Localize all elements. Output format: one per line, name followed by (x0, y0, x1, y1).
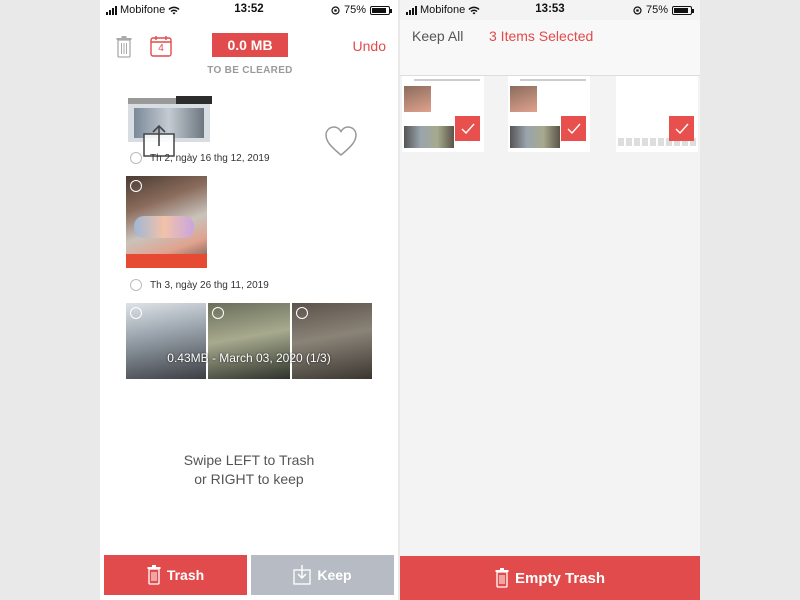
empty-trash-label: Empty Trash (514, 569, 606, 587)
group-select-radio[interactable] (130, 152, 142, 164)
size-badge: 0.0 MB (212, 33, 288, 57)
swipe-hint-line: or RIGHT to keep (194, 471, 304, 487)
empty-trash-button[interactable]: Empty Trash (400, 556, 700, 600)
swipe-hint: Swipe LEFT to Trash or RIGHT to keep (100, 451, 398, 489)
photo-thumbnail[interactable] (292, 303, 372, 379)
photo-thumbnail[interactable] (126, 303, 206, 379)
battery-icon (672, 5, 694, 15)
selection-screen: Mobifone 13:53 75% Keep All 3 Items Sele… (400, 0, 700, 600)
keep-button[interactable]: Keep (251, 555, 394, 595)
heart-icon[interactable] (324, 125, 358, 162)
photo-select-radio[interactable] (296, 307, 308, 319)
size-caption: TO BE CLEARED (207, 65, 293, 76)
group-select-radio[interactable] (130, 279, 142, 291)
selection-count: 3 Items Selected (489, 28, 594, 44)
trash-icon[interactable] (116, 36, 132, 63)
group-date: Th 2, ngày 16 thg 12, 2019 (150, 152, 270, 164)
battery-percent: 75% (645, 4, 668, 16)
date-group-header: Th 2, ngày 16 thg 12, 2019 (130, 152, 270, 164)
photo-thumbnail[interactable] (208, 303, 290, 379)
calendar-day: 4 (158, 43, 164, 54)
battery-percent: 75% (343, 4, 366, 16)
photo-strip[interactable] (126, 303, 372, 379)
status-bar: Mobifone 13:53 75% (400, 0, 700, 20)
trash-icon (495, 568, 509, 588)
keep-button-label: Keep (317, 567, 352, 583)
trash-icon (147, 565, 161, 585)
checkmark-icon (561, 116, 586, 141)
selected-thumbnail[interactable] (616, 76, 698, 152)
photo-select-radio[interactable] (130, 180, 142, 192)
trash-button-label: Trash (166, 567, 205, 583)
swipe-hint-line: Swipe LEFT to Trash (183, 452, 315, 468)
photo-select-radio[interactable] (212, 307, 224, 319)
strip-caption: 0.43MB - March 03, 2020 (1/3) (167, 351, 331, 365)
selected-thumbnail[interactable] (402, 76, 484, 152)
selected-thumbnail[interactable] (508, 76, 590, 152)
keep-icon (293, 565, 312, 585)
cleanup-screen: Mobifone 13:52 75% 4 0.0 MB TO BE CLEARE… (100, 0, 398, 600)
undo-button[interactable]: Undo (353, 38, 386, 54)
date-group-header: Th 3, ngày 26 thg 11, 2019 (130, 279, 269, 291)
group-date: Th 3, ngày 26 thg 11, 2019 (150, 279, 269, 291)
trash-button[interactable]: Trash (104, 555, 247, 595)
battery-icon (370, 5, 392, 15)
status-bar: Mobifone 13:52 75% (100, 0, 398, 20)
photo-select-radio[interactable] (130, 307, 142, 319)
rotation-lock-icon (331, 5, 340, 15)
keep-all-button[interactable]: Keep All (412, 28, 463, 44)
calendar-button[interactable]: 4 (150, 35, 172, 62)
checkmark-icon (669, 116, 694, 141)
rotation-lock-icon (633, 5, 642, 15)
photo-overlay-strip (176, 96, 212, 104)
checkmark-icon (455, 116, 480, 141)
photo-thumbnail-sneakers[interactable] (126, 176, 207, 268)
